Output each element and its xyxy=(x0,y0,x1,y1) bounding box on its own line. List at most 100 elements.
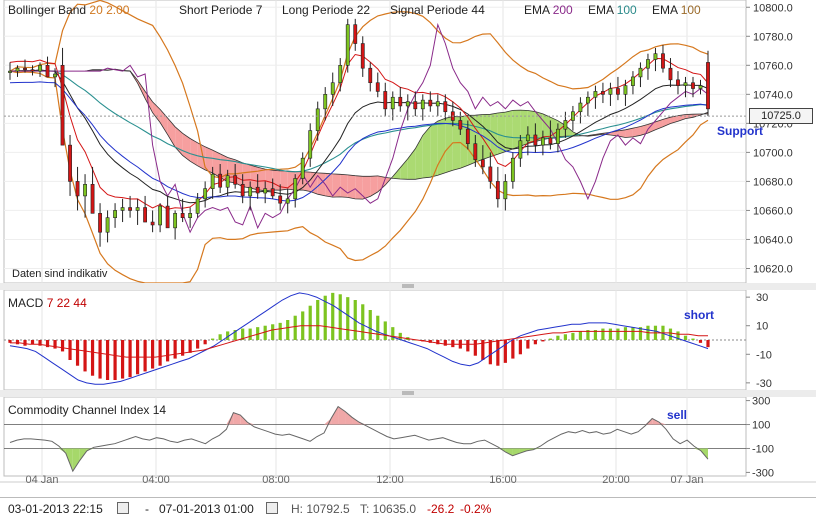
candle xyxy=(61,65,64,145)
macd-bar xyxy=(699,340,702,343)
y-tick-label: 10760.0 xyxy=(753,60,793,72)
candle xyxy=(346,25,349,66)
candle xyxy=(106,218,109,233)
ema200-label: EMA xyxy=(524,3,549,17)
candle xyxy=(489,167,492,182)
cloud-segment xyxy=(340,174,348,197)
macd-bar xyxy=(204,340,207,344)
cloud-segment xyxy=(273,170,281,190)
candle xyxy=(181,213,184,217)
low-value: T: 10635.0 xyxy=(360,502,416,516)
macd-bar xyxy=(159,340,162,366)
macd-bar xyxy=(98,340,101,379)
candle xyxy=(189,213,192,217)
x-tick-label: 04 Jan xyxy=(25,474,58,486)
macd-param-3: 44 xyxy=(73,296,86,310)
candle xyxy=(586,97,589,103)
y-tick-label: 10680.0 xyxy=(753,176,793,188)
macd-param-2: 22 xyxy=(57,296,70,310)
macd-title-label: MACD xyxy=(8,296,43,310)
ema100-legend: EMA 100 xyxy=(588,3,637,17)
macd-y-tick-label: -10 xyxy=(756,349,772,361)
candle xyxy=(684,83,687,86)
candle xyxy=(256,187,259,193)
signal-period-value: 44 xyxy=(471,3,484,17)
price-pane: 10800.010780.010760.010740.010720.010700… xyxy=(4,0,793,283)
candle xyxy=(174,213,177,228)
candle xyxy=(339,65,342,82)
y-tick-label: 10740.0 xyxy=(753,89,793,101)
candle xyxy=(661,54,664,69)
macd-bar xyxy=(451,340,454,347)
candle xyxy=(113,210,116,217)
candle xyxy=(654,54,657,60)
candle xyxy=(91,184,94,213)
candle xyxy=(496,181,499,198)
macd-bar xyxy=(189,340,192,353)
candle xyxy=(23,68,26,69)
short-period-value: 7 xyxy=(256,3,263,17)
macd-bar xyxy=(624,327,627,340)
candle xyxy=(241,184,244,196)
candle xyxy=(706,62,709,108)
macd-bar xyxy=(331,293,334,340)
candle xyxy=(376,83,379,92)
candle xyxy=(271,189,274,196)
cloud-segment xyxy=(333,174,341,197)
cloud-segment xyxy=(543,114,551,140)
candle xyxy=(534,135,537,145)
date-to[interactable]: 07-01-2013 01:00 xyxy=(159,502,254,516)
macd-bar xyxy=(556,336,559,340)
candle xyxy=(699,86,702,89)
ema100b-value: 100 xyxy=(681,3,701,17)
macd-bar xyxy=(579,331,582,340)
macd-bar xyxy=(616,329,619,340)
current-price-box: 10725.0 xyxy=(749,108,813,124)
cloud-segment xyxy=(265,169,273,191)
candle xyxy=(159,206,162,225)
main-frame xyxy=(4,0,746,283)
candle xyxy=(384,91,387,108)
candle xyxy=(204,189,207,199)
macd-bar xyxy=(361,304,364,340)
y-tick-label: 10640.0 xyxy=(753,234,793,246)
candle xyxy=(579,103,582,112)
cci-y-tick-label: 100 xyxy=(752,420,770,432)
macd-bar xyxy=(369,310,372,340)
candle xyxy=(526,135,529,141)
calendar-from-icon[interactable] xyxy=(117,502,129,514)
candle xyxy=(264,189,267,193)
x-tick-label: 07 Jan xyxy=(670,474,703,486)
cloud-segment xyxy=(505,110,513,151)
candle xyxy=(166,206,169,228)
candle xyxy=(399,97,402,106)
candle xyxy=(406,102,409,106)
candle xyxy=(286,199,289,203)
date-from[interactable]: 03-01-2013 22:15 xyxy=(8,502,103,516)
candle xyxy=(564,120,567,129)
macd-bar xyxy=(564,334,567,340)
macd-bar xyxy=(61,340,64,351)
candle xyxy=(646,60,649,69)
macd-bar xyxy=(466,340,469,351)
support-label: Support xyxy=(717,124,763,138)
macd-y-tick-label: 10 xyxy=(756,321,768,333)
macd-bar xyxy=(91,340,94,376)
candle xyxy=(639,68,642,77)
calendar-to-icon[interactable] xyxy=(266,502,278,514)
y-tick-label: 10800.0 xyxy=(753,2,793,14)
macd-bar xyxy=(249,329,252,340)
candle xyxy=(669,68,672,80)
candle xyxy=(369,68,372,83)
cloud-segment xyxy=(250,165,258,190)
macd-bar xyxy=(219,334,222,340)
macd-bar xyxy=(128,340,131,377)
candle xyxy=(121,208,124,211)
macd-bar xyxy=(376,316,379,340)
signal-period-label: Signal Periode xyxy=(390,3,468,17)
candle xyxy=(219,174,222,187)
short-period-label: Short Periode xyxy=(179,3,252,17)
macd-bar xyxy=(631,327,634,340)
long-period-legend: Long Periode 22 xyxy=(282,3,370,17)
candle xyxy=(316,109,319,131)
